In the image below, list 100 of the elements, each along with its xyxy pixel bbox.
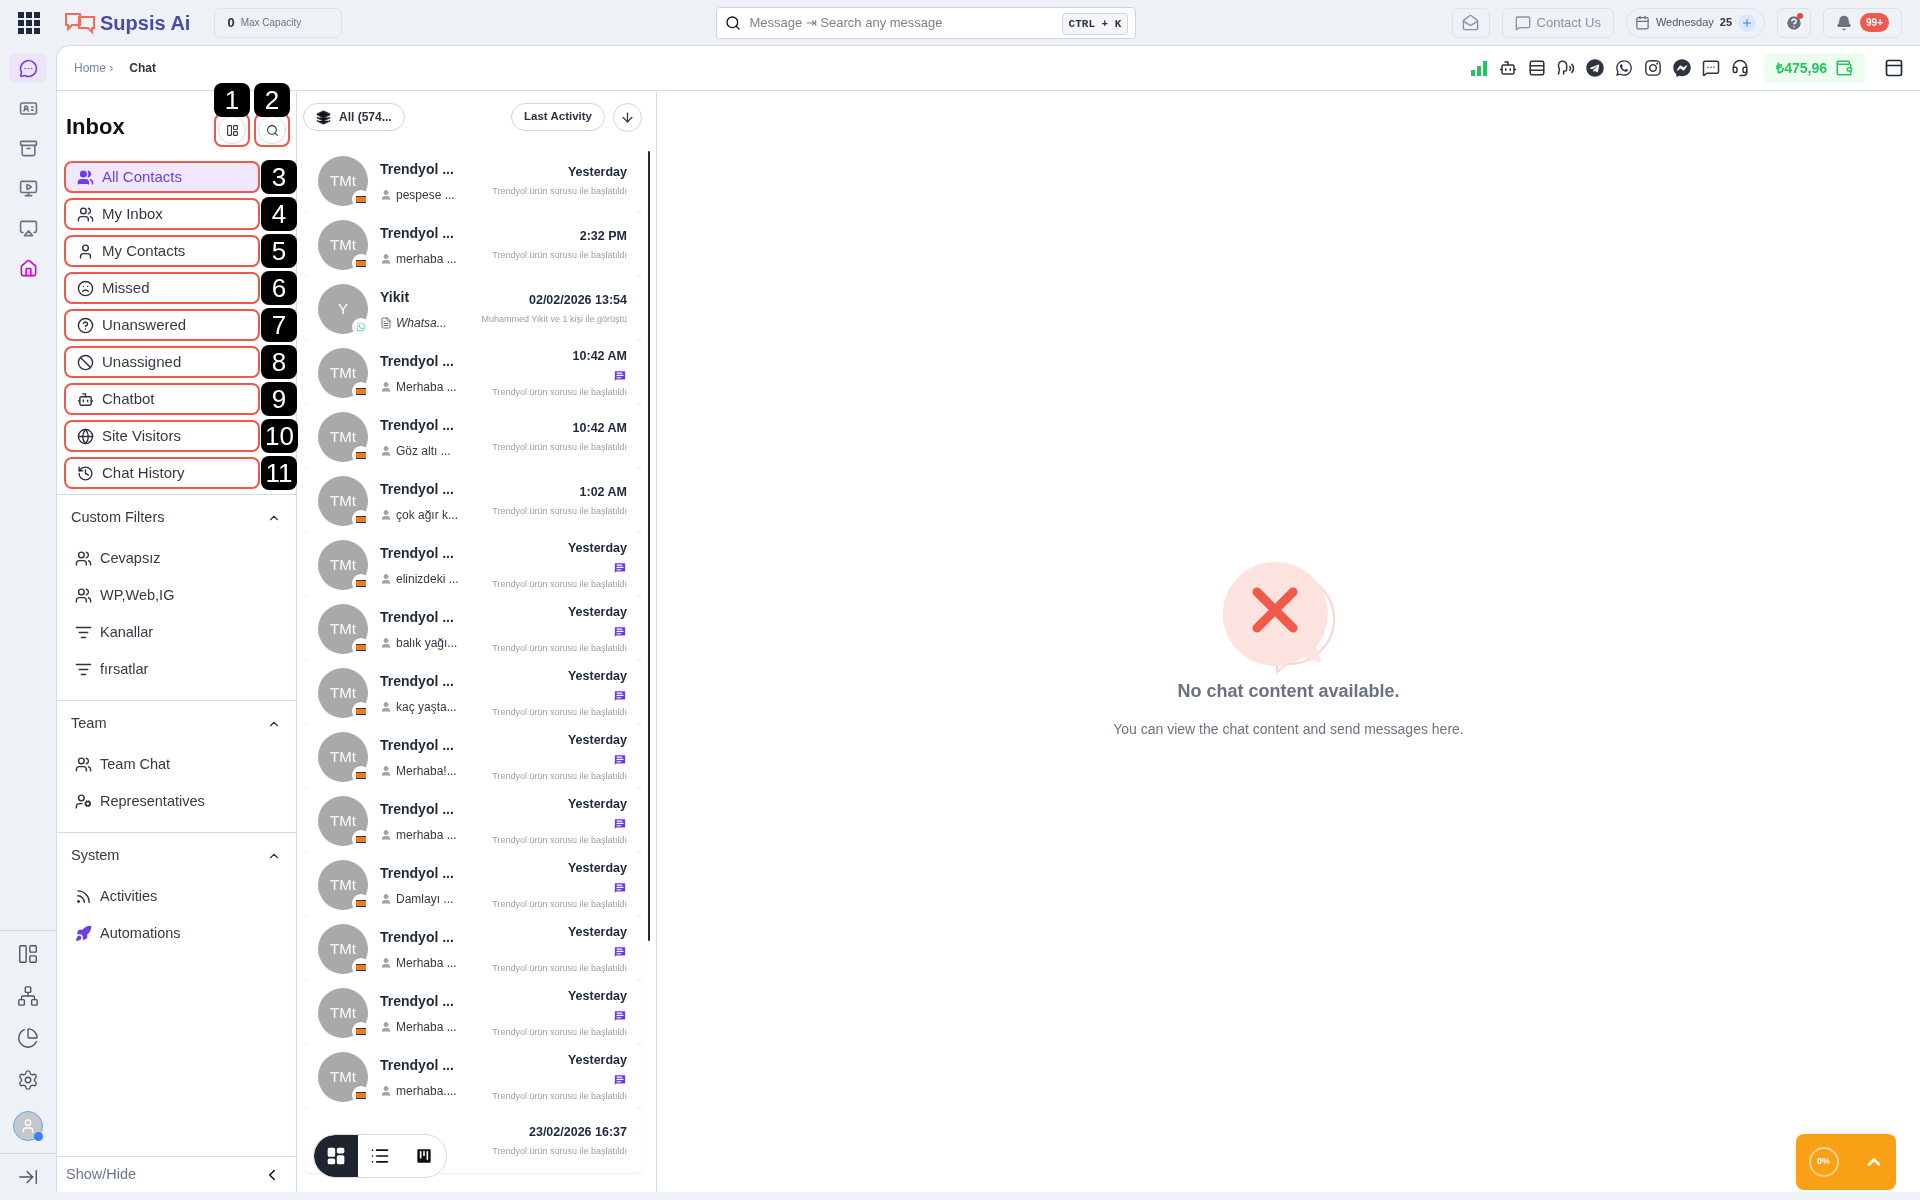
- layout-icon[interactable]: [17, 943, 39, 965]
- inbox-nav-item[interactable]: Unassigned: [64, 346, 260, 378]
- inbox-nav-item[interactable]: Unanswered: [64, 309, 260, 341]
- conversation-row[interactable]: TMt Trendyol ... Merhaba ... Yesterday Trendyol ürün sorusu ile başlatıldı: [303, 917, 642, 981]
- rail-nav-item[interactable]: [9, 53, 47, 83]
- inbox-nav-item[interactable]: Chat History: [64, 457, 260, 489]
- conversation-row[interactable]: TMt Trendyol ... Merhaba ... 10:42 AM Trendyol ürün sorusu ile başlatıldı: [303, 341, 642, 405]
- wallet-icon: [1835, 59, 1853, 77]
- section-title: System: [71, 845, 120, 865]
- last-activity-time: Yesterday: [567, 987, 627, 1005]
- last-activity-time: 02/02/2026 13:54: [529, 292, 627, 310]
- view-button[interactable]: [314, 1135, 358, 1177]
- person-icon: [20, 1118, 36, 1134]
- annotation-number: 1: [214, 83, 250, 117]
- pie-chart-icon[interactable]: [17, 1027, 39, 1049]
- message-preview: kaç yaşta...: [396, 698, 457, 716]
- contact-name: Trendyol ...: [380, 607, 455, 627]
- last-activity-time: 1:02 AM: [579, 484, 627, 502]
- section-item[interactable]: Representatives: [57, 783, 296, 820]
- person-icon: [380, 764, 392, 777]
- section-item[interactable]: fırsatlar: [57, 651, 296, 688]
- balance-amount: ₺475,96: [1776, 58, 1827, 78]
- chat-icon: [18, 58, 38, 78]
- breadcrumb-current: Chat: [129, 60, 156, 77]
- conversation-row[interactable]: TMt Trendyol ... merhaba ... 2:32 PM Trendyol ürün sorusu ile başlatıldı: [303, 213, 642, 277]
- speaking-person-icon[interactable]: [1557, 59, 1576, 77]
- messenger-icon[interactable]: [1673, 59, 1692, 77]
- section-item[interactable]: Cevapsız: [57, 540, 296, 577]
- conversation-row[interactable]: TMt Trendyol ... merhaba.... Yesterday Trendyol ürün sorusu ile başlatıldı: [303, 1045, 642, 1109]
- inbox-nav-item[interactable]: Missed: [64, 272, 260, 304]
- conversation-row[interactable]: Y Yikit Whatsa... 02/02/2026 13:54 Muhammed Yikit ve 1 kişi ile görüştü: [303, 277, 642, 341]
- empty-title: No chat content available.: [1177, 679, 1400, 703]
- list-icon[interactable]: [1528, 59, 1547, 77]
- person-icon: [380, 572, 392, 585]
- inbox-nav-item[interactable]: Chatbot: [64, 383, 260, 415]
- sms-icon[interactable]: [1702, 59, 1721, 77]
- last-activity-time: 10:42 AM: [572, 347, 627, 365]
- person-icon: [77, 242, 94, 260]
- person-icon: [380, 252, 392, 265]
- inbox-nav-item[interactable]: My Inbox: [64, 198, 260, 230]
- conversation-row[interactable]: TMt Trendyol ... balık yağı... Yesterday Trendyol ürün sorusu ile başlatıldı: [303, 597, 642, 661]
- conversation-note: Trendyol ürün sorusu ile başlatıldı: [492, 897, 627, 911]
- conversation-row[interactable]: TMt Trendyol ... Göz altı ... 10:42 AM Trendyol ürün sorusu ile başlatıldı: [303, 405, 642, 469]
- show-hide-label[interactable]: Show/Hide: [66, 1163, 137, 1186]
- contact-name: Trendyol ...: [380, 159, 455, 179]
- help-button[interactable]: [1777, 7, 1812, 38]
- inbox-nav-item[interactable]: Site Visitors: [64, 420, 260, 452]
- whatsapp-icon[interactable]: [1615, 59, 1634, 77]
- last-activity-time: Yesterday: [567, 1051, 627, 1069]
- robot-icon[interactable]: [1499, 59, 1518, 77]
- user-avatar[interactable]: [13, 1111, 43, 1141]
- rocket-icon: [75, 925, 92, 942]
- people-icon: [77, 168, 94, 186]
- breadcrumb-link[interactable]: Home ›: [74, 59, 114, 77]
- mail-icon: [1462, 14, 1480, 31]
- section-item[interactable]: Automations: [57, 915, 296, 952]
- section-item[interactable]: Kanallar: [57, 614, 296, 651]
- apps-grid-icon[interactable]: [18, 11, 40, 34]
- annotation-number: 9: [261, 382, 297, 416]
- bell-icon: [1836, 14, 1853, 31]
- search-icon: [725, 14, 742, 31]
- conversation-row[interactable]: TMt Trendyol ... pespese ... Yesterday Trendyol ürün sorusu ile başlatıldı: [303, 149, 642, 213]
- settings-icon[interactable]: [17, 1069, 39, 1091]
- conversation-row[interactable]: TMt Trendyol ... kaç yaşta... Yesterday Trendyol ürün sorusu ile başlatıldı: [303, 661, 642, 725]
- window-icon[interactable]: [1884, 58, 1904, 78]
- conversation-row[interactable]: TMt Trendyol ... çok ağır k... 1:02 AM Trendyol ürün sorusu ile başlatıldı: [303, 469, 642, 533]
- section-item[interactable]: Activities: [57, 878, 296, 915]
- logo-text: Supsis Ai: [100, 10, 191, 36]
- ban-icon: [77, 353, 94, 371]
- capacity-label: Max Capacity: [240, 16, 302, 30]
- annotation-number: 7: [261, 308, 297, 342]
- section-item[interactable]: Team Chat: [57, 746, 296, 783]
- last-activity-time: 23/02/2026 16:37: [529, 1124, 627, 1142]
- filter-icon: [75, 624, 92, 641]
- conversation-row[interactable]: TMt Trendyol ... Merhaba ... Yesterday Trendyol ürün sorusu ile başlatıldı: [303, 981, 642, 1045]
- conversation-row[interactable]: TMt Trendyol ... Damlayı ... Yesterday Trendyol ürün sorusu ile başlatıldı: [303, 853, 642, 917]
- person-icon: [380, 956, 392, 969]
- inbox-nav-item[interactable]: All Contacts: [64, 161, 260, 193]
- section-item[interactable]: WP,Web,IG: [57, 577, 296, 614]
- progress-ring: 0%: [1808, 1147, 1839, 1177]
- conversation-row[interactable]: TMt Trendyol ... elinizdeki ... Yesterday Trendyol ürün sorusu ile başlatıldı: [303, 533, 642, 597]
- person-icon: [380, 636, 392, 649]
- person-icon: [380, 1084, 392, 1097]
- hierarchy-icon[interactable]: [17, 985, 39, 1007]
- last-activity-time: 10:42 AM: [572, 420, 627, 438]
- conversation-note: Trendyol ürün sorusu ile başlatıldı: [492, 249, 627, 263]
- contact-name: Trendyol ...: [380, 415, 455, 435]
- instagram-icon[interactable]: [1644, 59, 1663, 77]
- annotation-number: 6: [261, 271, 297, 305]
- scrollbar[interactable]: [648, 151, 650, 941]
- headset-icon[interactable]: [1731, 59, 1750, 77]
- conversation-row[interactable]: TMt Trendyol ... merhaba ... Yesterday Trendyol ürün sorusu ile başlatıldı: [303, 789, 642, 853]
- telegram-icon[interactable]: [1586, 59, 1605, 77]
- message-preview: çok ağır k...: [396, 506, 459, 524]
- mail-button[interactable]: [1451, 7, 1490, 38]
- person-icon: [380, 828, 392, 841]
- avatar-initials: TMt: [330, 426, 356, 447]
- empty-description: You can view the chat content and send messages here.: [1113, 719, 1464, 739]
- inbox-nav-item[interactable]: My Contacts: [64, 235, 260, 267]
- conversation-row[interactable]: TMt Trendyol ... Merhaba!... Yesterday Trendyol ürün sorusu ile başlatıldı: [303, 725, 642, 789]
